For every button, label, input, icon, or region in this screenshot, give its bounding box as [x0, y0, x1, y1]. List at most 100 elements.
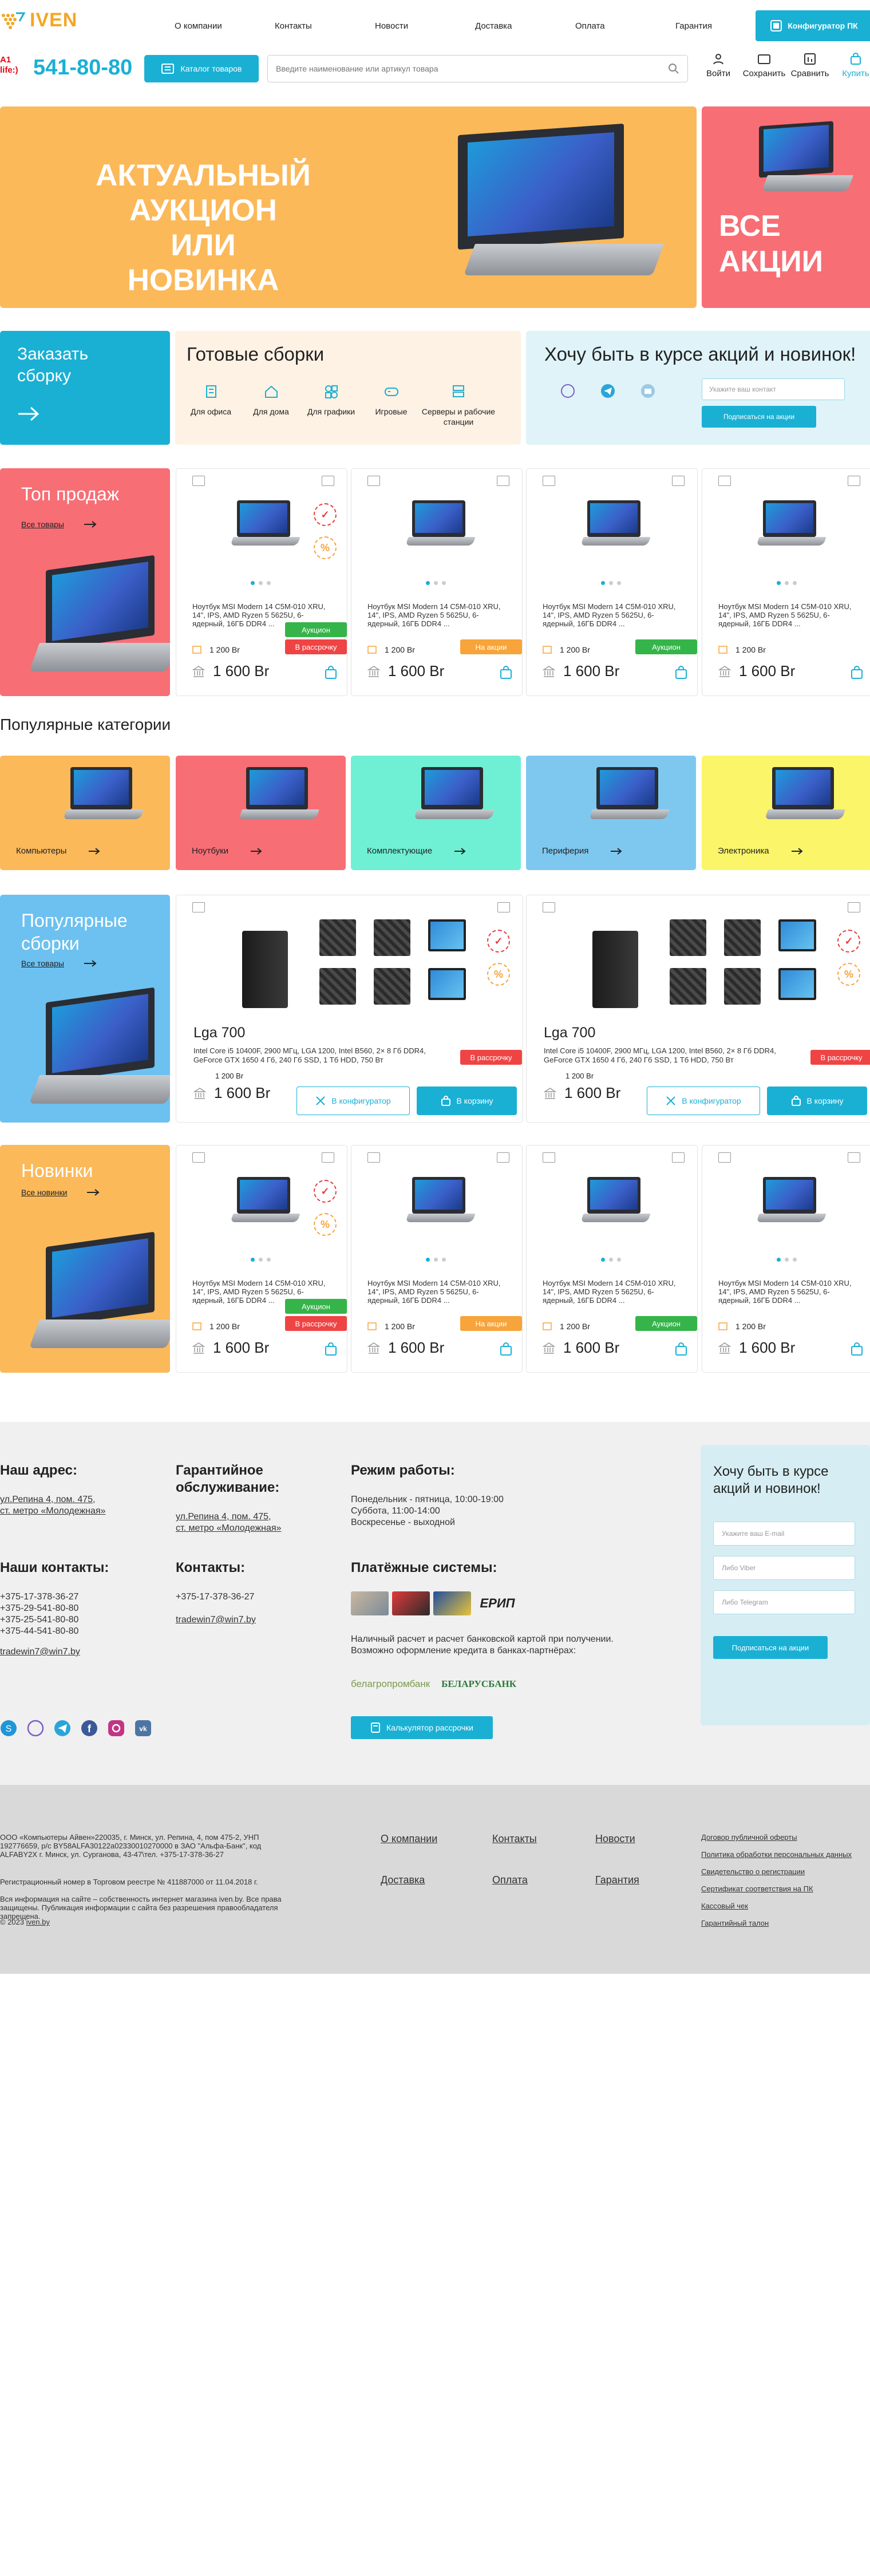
cart-icon[interactable] — [850, 666, 864, 679]
ready-servers[interactable]: Серверы и рабочие станции — [421, 384, 496, 427]
compare-icon[interactable] — [322, 1152, 334, 1163]
compare-icon[interactable] — [497, 476, 509, 486]
category-card[interactable]: Комплектующие — [351, 756, 521, 870]
phone-link[interactable]: +375-29-541-80-80 — [0, 1603, 78, 1614]
email-link[interactable]: tradewin7@win7.by — [0, 1646, 80, 1658]
build-name[interactable]: Lga 700 — [544, 1025, 595, 1041]
phone-link[interactable]: +375-17-378-36-27 — [0, 1591, 78, 1603]
phone-number[interactable]: 541-80-80 — [33, 56, 132, 80]
main-banner[interactable]: АКТУАЛЬНЫЙ АУКЦИОН ИЛИ НОВИНКА — [0, 106, 697, 308]
folder-icon[interactable] — [543, 476, 555, 486]
folder-icon[interactable] — [192, 476, 205, 486]
bottom-nav-contacts[interactable]: Контакты — [492, 1833, 537, 1845]
compare-icon[interactable] — [848, 902, 860, 912]
cart-icon[interactable] — [674, 666, 688, 679]
image-pagination[interactable] — [777, 581, 797, 585]
installment-calculator-button[interactable]: Калькулятор рассрочки — [351, 1716, 493, 1739]
doc-offer[interactable]: Договор публичной оферты — [701, 1833, 797, 1842]
to-configurator-button[interactable]: В конфигуратор — [296, 1086, 410, 1115]
product-card[interactable]: ✓ % Ноутбук MSI Modern 14 C5M-010 XRU, 1… — [176, 468, 347, 696]
popular-builds-promo[interactable]: Популярные сборки Все товары — [0, 895, 170, 1123]
cart-icon[interactable] — [850, 1342, 864, 1356]
category-card[interactable]: Периферия — [526, 756, 696, 870]
product-description[interactable]: Ноутбук MSI Modern 14 C5M-010 XRU, 14", … — [543, 602, 686, 628]
bottom-nav-about[interactable]: О компании — [381, 1833, 437, 1845]
logo[interactable]: IVEN — [0, 9, 77, 31]
category-card[interactable]: Электроника — [702, 756, 870, 870]
viber-icon[interactable] — [560, 384, 575, 398]
image-pagination[interactable] — [601, 1258, 621, 1262]
doc-privacy[interactable]: Политика обработки персональных данных — [701, 1850, 852, 1859]
footer-email-input[interactable]: Укажите ваш E-mail — [713, 1522, 855, 1546]
bottom-nav-warranty[interactable]: Гарантия — [595, 1874, 639, 1886]
image-pagination[interactable] — [426, 581, 446, 585]
login-action[interactable]: Войти — [695, 53, 741, 78]
vk-icon[interactable]: vk — [135, 1720, 152, 1737]
search-input[interactable] — [276, 64, 648, 73]
product-description[interactable]: Ноутбук MSI Modern 14 C5M-010 XRU, 14", … — [367, 1279, 511, 1305]
site-link[interactable]: iven.by — [26, 1918, 50, 1926]
ready-gaming[interactable]: Игровые — [361, 384, 421, 427]
doc-certificate[interactable]: Сертификат соответствия на ПК — [701, 1884, 813, 1893]
bottom-nav-delivery[interactable]: Доставка — [381, 1874, 425, 1886]
compare-icon[interactable] — [848, 476, 860, 486]
nav-about[interactable]: О компании — [175, 21, 275, 31]
add-to-cart-button[interactable]: В корзину — [767, 1086, 867, 1115]
ready-home[interactable]: Для дома — [241, 384, 301, 427]
folder-icon[interactable] — [718, 1152, 731, 1163]
image-pagination[interactable] — [251, 581, 271, 585]
news-promo[interactable]: Новинки Все новинки — [0, 1145, 170, 1373]
news-link[interactable]: Все новинки — [21, 1188, 100, 1197]
product-description[interactable]: Ноутбук MSI Modern 14 C5M-010 XRU, 14", … — [718, 602, 861, 628]
subscribe-contact-input[interactable]: Укажите ваш контакт — [702, 378, 845, 400]
compare-icon[interactable] — [497, 902, 510, 912]
product-card[interactable]: Ноутбук MSI Modern 14 C5M-010 XRU, 14", … — [526, 468, 698, 696]
footer-telegram-input[interactable]: Либо Telegram — [713, 1590, 855, 1614]
email-icon[interactable] — [640, 384, 655, 398]
search-icon[interactable] — [668, 63, 679, 74]
ready-office[interactable]: Для офиса — [181, 384, 241, 427]
folder-icon[interactable] — [192, 1152, 205, 1163]
build-card[interactable]: ✓ % Lga 700 Intel Core i5 10400F, 2900 М… — [176, 895, 523, 1123]
product-description[interactable]: Ноутбук MSI Modern 14 C5M-010 XRU, 14", … — [543, 1279, 686, 1305]
add-to-cart-button[interactable]: В корзину — [417, 1086, 517, 1115]
category-card[interactable]: Компьютеры — [0, 756, 170, 870]
folder-icon[interactable] — [543, 902, 555, 912]
image-pagination[interactable] — [777, 1258, 797, 1262]
bottom-nav-news[interactable]: Новости — [595, 1833, 635, 1845]
top-sales-promo[interactable]: Топ продаж Все товары — [0, 468, 170, 696]
product-card[interactable]: Ноутбук MSI Modern 14 C5M-010 XRU, 14", … — [351, 1145, 523, 1373]
order-build-box[interactable]: Заказать сборку — [0, 331, 170, 445]
nav-delivery[interactable]: Доставка — [475, 21, 575, 31]
product-card[interactable]: Ноутбук MSI Modern 14 C5M-010 XRU, 14", … — [702, 468, 870, 696]
nav-news[interactable]: Новости — [375, 21, 475, 31]
viber-icon[interactable] — [27, 1720, 44, 1737]
configurator-button[interactable]: Конфигуратор ПК — [756, 10, 870, 41]
image-pagination[interactable] — [251, 1258, 271, 1262]
cart-icon[interactable] — [324, 1342, 338, 1356]
folder-icon[interactable] — [543, 1152, 555, 1163]
phone-block[interactable]: A1 life:) 541-80-80 — [0, 55, 132, 80]
email2-link[interactable]: tradewin7@win7.by — [176, 1614, 256, 1626]
doc-registration[interactable]: Свидетельство о регистрации — [701, 1867, 805, 1876]
compare-icon[interactable] — [672, 476, 685, 486]
bottom-nav-payment[interactable]: Оплата — [492, 1874, 528, 1886]
doc-receipt[interactable]: Кассовый чек — [701, 1902, 748, 1910]
product-card[interactable]: Ноутбук MSI Modern 14 C5M-010 XRU, 14", … — [351, 468, 523, 696]
phone-link[interactable]: +375-25-541-80-80 — [0, 1614, 78, 1626]
save-action[interactable]: Сохранить — [741, 53, 787, 78]
telegram-icon[interactable] — [600, 384, 615, 398]
nav-contacts[interactable]: Контакты — [275, 21, 375, 31]
address-text[interactable]: ул.Репина 4, пом. 475, ст. метро «Молоде… — [0, 1494, 105, 1517]
telegram-icon[interactable] — [54, 1720, 71, 1737]
cart-icon[interactable] — [499, 1342, 513, 1356]
compare-icon[interactable] — [497, 1152, 509, 1163]
warranty-text[interactable]: ул.Репина 4, пом. 475, ст. метро «Молоде… — [176, 1511, 281, 1534]
folder-icon[interactable] — [367, 1152, 380, 1163]
build-name[interactable]: Lga 700 — [193, 1025, 245, 1041]
to-configurator-button[interactable]: В конфигуратор — [647, 1086, 760, 1115]
phone-link[interactable]: +375-44-541-80-80 — [0, 1626, 78, 1637]
product-card[interactable]: Ноутбук MSI Modern 14 C5M-010 XRU, 14", … — [702, 1145, 870, 1373]
ready-graphics[interactable]: Для графики — [301, 384, 361, 427]
cart-icon[interactable] — [324, 666, 338, 679]
